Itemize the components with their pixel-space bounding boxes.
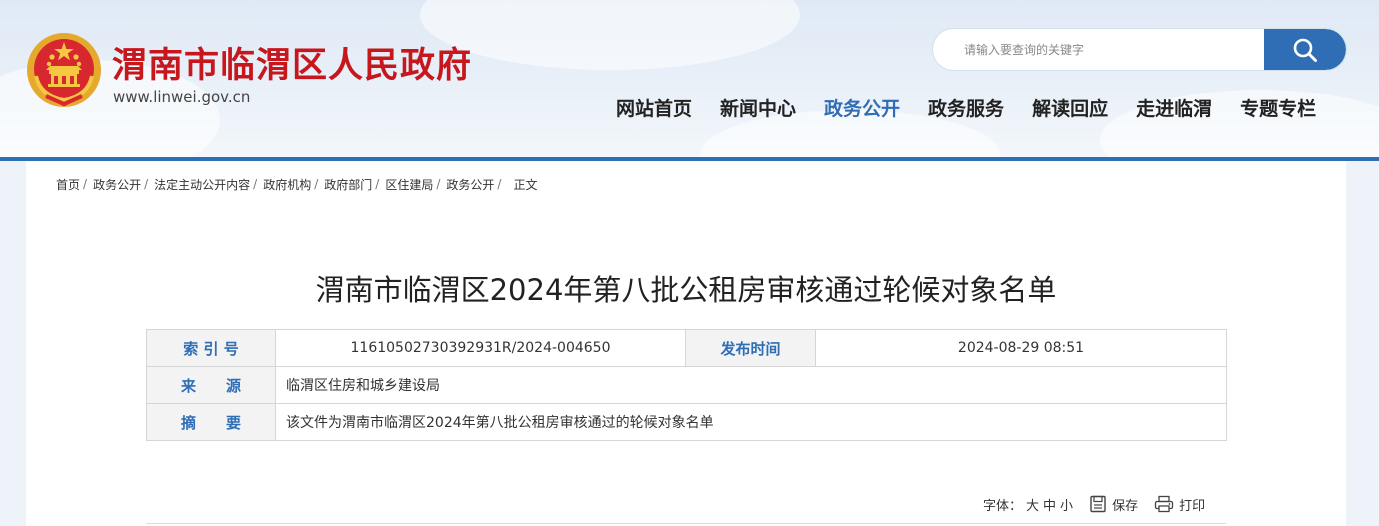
nav-item-gov-affairs[interactable]: 政务公开 (810, 95, 914, 123)
nav-item-about-linwei[interactable]: 走进临渭 (1122, 95, 1226, 123)
meta-value-date: 2024-08-29 08:51 (815, 329, 1227, 367)
breadcrumb-item-gov-affairs[interactable]: 政务公开 (93, 176, 141, 193)
search-box (933, 29, 1346, 70)
font-size-label: 字体： (983, 498, 1023, 514)
breadcrumb-item-gov-affairs-2[interactable]: 政务公开 (446, 176, 494, 193)
search-button[interactable] (1264, 29, 1346, 70)
print-label: 打印 (1179, 498, 1206, 514)
nav-item-news[interactable]: 新闻中心 (706, 95, 810, 123)
breadcrumb: 首页 / 政务公开 / 法定主动公开内容 / 政府机构 / 政府部门 / 区住建局 / 政务… (56, 176, 538, 193)
meta-label-index: 索 引 号 (146, 329, 276, 367)
save-label: 保存 (1112, 498, 1139, 514)
font-size-large[interactable]: 大 (1026, 495, 1039, 514)
main-nav: 网站首页 新闻中心 政务公开 政务服务 解读回应 走进临渭 专题专栏 (602, 95, 1330, 123)
font-size-small[interactable]: 小 (1060, 495, 1073, 514)
breadcrumb-item-gov-departments[interactable]: 政府部门 (324, 176, 372, 193)
breadcrumb-item-home[interactable]: 首页 (56, 176, 80, 193)
font-size-medium[interactable]: 中 (1043, 495, 1056, 514)
content-divider (146, 523, 1226, 524)
breadcrumb-item-statutory[interactable]: 法定主动公开内容 (154, 176, 250, 193)
breadcrumb-item-housing-bureau[interactable]: 区住建局 (385, 176, 433, 193)
site-title[interactable]: 渭南市临渭区人民政府 (112, 37, 472, 88)
search-icon (1293, 38, 1317, 62)
save-icon (1090, 495, 1106, 513)
article-title: 渭南市临渭区2024年第八批公租房审核通过轮候对象名单 (315, 273, 1057, 307)
site-header: 渭南市临渭区人民政府 www.linwei.gov.cn 网站首页 新闻中心 政… (0, 0, 1379, 158)
meta-label-source: 来 源 (146, 366, 276, 404)
search-input[interactable] (933, 29, 1264, 70)
national-emblem-icon (27, 33, 101, 107)
nav-item-interpretation[interactable]: 解读回应 (1018, 95, 1122, 123)
meta-value-abstract: 该文件为渭南市临渭区2024年第八批公租房审核通过的轮候对象名单 (275, 403, 1227, 441)
content-panel: 首页 / 政务公开 / 法定主动公开内容 / 政府机构 / 政府部门 / 区住建局 / 政务… (26, 161, 1346, 526)
nav-item-gov-services[interactable]: 政务服务 (914, 95, 1018, 123)
meta-row-source: 来 源 临渭区住房和城乡建设局 (146, 366, 1227, 404)
save-button[interactable]: 保存 (1089, 495, 1138, 514)
site-url: www.linwei.gov.cn (113, 88, 251, 106)
article-tools: 字体： 大 中 小 保存 打印 (983, 494, 1205, 514)
breadcrumb-item-gov-agencies[interactable]: 政府机构 (263, 176, 311, 193)
breadcrumb-item-current: 正文 (513, 177, 538, 192)
meta-label-date: 发布时间 (685, 329, 816, 367)
meta-row-index: 索 引 号 11610502730392931R/2024-004650 发布时… (146, 329, 1227, 367)
article-meta-table: 索 引 号 11610502730392931R/2024-004650 发布时… (146, 329, 1227, 441)
meta-value-source: 临渭区住房和城乡建设局 (275, 366, 1227, 404)
print-button[interactable]: 打印 (1154, 495, 1205, 514)
meta-row-abstract: 摘 要 该文件为渭南市临渭区2024年第八批公租房审核通过的轮候对象名单 (146, 403, 1227, 441)
nav-item-special-topics[interactable]: 专题专栏 (1226, 95, 1330, 123)
nav-item-home[interactable]: 网站首页 (602, 95, 706, 123)
meta-label-abstract: 摘 要 (146, 403, 276, 441)
print-icon (1154, 495, 1174, 513)
meta-value-index: 11610502730392931R/2024-004650 (275, 329, 686, 367)
